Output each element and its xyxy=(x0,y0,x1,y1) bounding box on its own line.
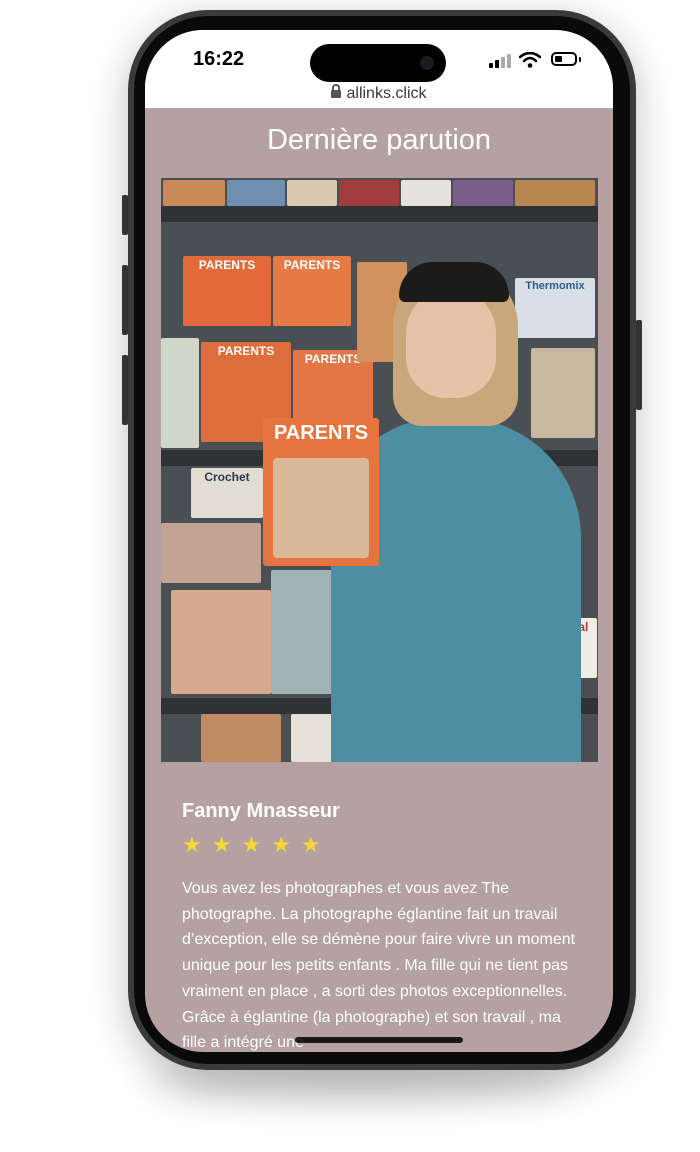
url-text: allinks.click xyxy=(346,85,427,102)
review-text: Vous avez les photographes et vous avez … xyxy=(182,880,576,1052)
magazine xyxy=(227,180,285,206)
star-icon: ★ xyxy=(241,832,262,857)
volume-down-button-2 xyxy=(122,355,128,425)
magazine xyxy=(163,180,225,206)
star-icon: ★ xyxy=(182,832,202,857)
magazine xyxy=(401,180,451,206)
home-indicator[interactable] xyxy=(295,1037,463,1043)
volume-down-button xyxy=(122,265,128,335)
magazine xyxy=(339,180,399,206)
address-bar[interactable]: allinks.click xyxy=(145,84,613,103)
magazine: PARENTS xyxy=(273,256,351,326)
magazine-title: Thermomix xyxy=(525,280,585,292)
star-rating: ★ ★ ★ ★ ★ xyxy=(182,834,321,856)
magazine: Crochet xyxy=(191,468,263,518)
power-button xyxy=(636,320,642,410)
magazine-title: Crochet xyxy=(204,470,250,484)
shelf xyxy=(161,206,598,222)
magazine xyxy=(161,523,261,583)
woman-face xyxy=(406,288,496,398)
battery-icon xyxy=(551,52,577,66)
magazine-title: PARENTS xyxy=(283,258,341,272)
star-icon: ★ xyxy=(300,832,321,857)
magazine: Thermomix xyxy=(515,278,595,338)
magazine xyxy=(291,714,335,762)
lock-icon xyxy=(331,84,342,98)
magazine xyxy=(161,338,199,448)
magazine xyxy=(201,714,281,762)
magazine-title: PARENTS xyxy=(198,258,256,272)
status-bar: 16:22 allinks.click xyxy=(145,30,613,108)
status-time: 16:22 xyxy=(193,48,245,70)
phone-screen: 16:22 allinks.click Dernière parution PA… xyxy=(145,30,613,1052)
woman-beret xyxy=(399,262,509,302)
review-author: Fanny Mnasseur xyxy=(182,800,340,822)
magazine: PARENTS xyxy=(183,256,271,326)
wifi-icon xyxy=(519,52,541,68)
star-icon: ★ xyxy=(211,832,232,857)
held-magazine-title: PARENTS xyxy=(273,422,369,444)
magazine xyxy=(531,348,595,438)
held-magazine: PARENTS xyxy=(263,418,379,566)
cellular-signal-icon xyxy=(489,54,511,68)
star-icon: ★ xyxy=(271,832,291,857)
magazine xyxy=(287,180,337,206)
magazine xyxy=(515,180,595,206)
magazine xyxy=(453,180,513,206)
held-magazine-cover-photo xyxy=(273,458,369,558)
dynamic-island xyxy=(310,44,446,82)
magazine xyxy=(171,590,271,694)
hero-photo: PARENTS PARENTS PARENTS PARENTS Thermomi… xyxy=(161,178,598,762)
page-title: Dernière parution xyxy=(266,124,492,156)
magazine-title: PARENTS xyxy=(217,344,275,358)
battery-cap xyxy=(579,57,581,62)
volume-up-button xyxy=(122,195,128,235)
camera-icon xyxy=(420,56,434,70)
